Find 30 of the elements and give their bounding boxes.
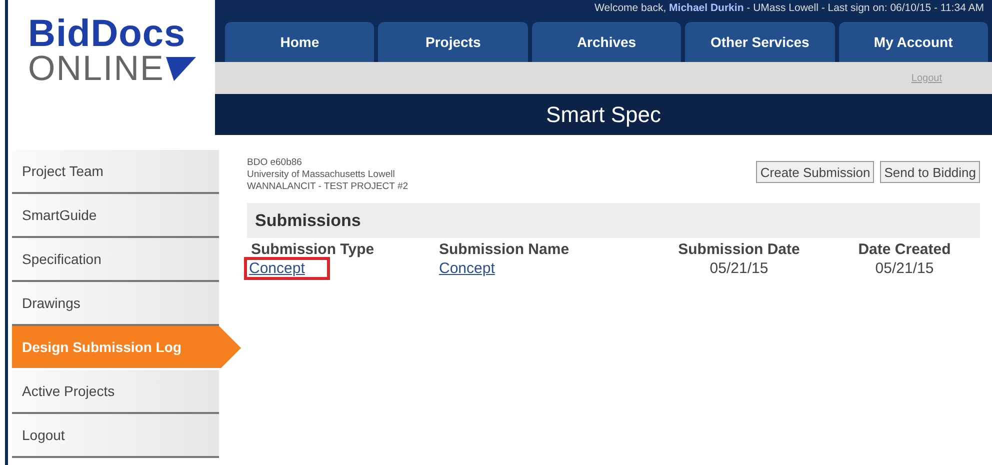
nav-tab[interactable]: Archives: [532, 22, 682, 62]
project-info-line: BDO e60b86: [247, 157, 303, 169]
column-header: Submission Name: [439, 240, 570, 258]
page-title: Smart Spec: [215, 94, 992, 135]
table-cell: 05/21/15: [710, 260, 768, 277]
project-info-line: WANNALANCIT - TEST PROJECT #2: [247, 181, 408, 193]
submission-name-link[interactable]: Concept: [439, 260, 495, 277]
sidebar-item[interactable]: Active Projects: [12, 370, 219, 414]
logo-subtext: ONLINE: [28, 52, 164, 86]
sidebar-item[interactable]: Project Team: [12, 150, 219, 194]
welcome-text: Welcome back, Michael Durkin - UMass Lowell - Last sign on: 06/10/15 - 11:34 AM: [594, 1, 985, 16]
column-header: Date Created: [857, 240, 952, 258]
column-header: Submission Type: [251, 240, 376, 258]
logo-text: BidDocs: [28, 16, 187, 52]
project-info-line: University of Massachusetts Lowell: [247, 169, 396, 181]
action-button[interactable]: Send to Bidding: [880, 161, 980, 183]
section-header: Submissions: [247, 203, 980, 238]
sidebar-item[interactable]: Drawings: [12, 282, 219, 326]
nav-tab[interactable]: Home: [225, 22, 374, 62]
sidebar-item[interactable]: Logout: [12, 414, 219, 458]
action-button[interactable]: Create Submission: [756, 161, 874, 183]
logo-triangle-icon: [166, 57, 196, 81]
nav-tab[interactable]: Projects: [378, 22, 528, 62]
column-header: Submission Date: [677, 240, 801, 258]
table-cell: 05/21/15: [875, 260, 934, 277]
nav-tab[interactable]: My Account: [838, 22, 988, 62]
sidebar-item[interactable]: Specification: [12, 238, 219, 282]
nav-tab[interactable]: Other Services: [685, 22, 835, 62]
submission-type-link[interactable]: Concept: [247, 260, 327, 277]
sidebar-item[interactable]: SmartGuide: [12, 194, 219, 238]
